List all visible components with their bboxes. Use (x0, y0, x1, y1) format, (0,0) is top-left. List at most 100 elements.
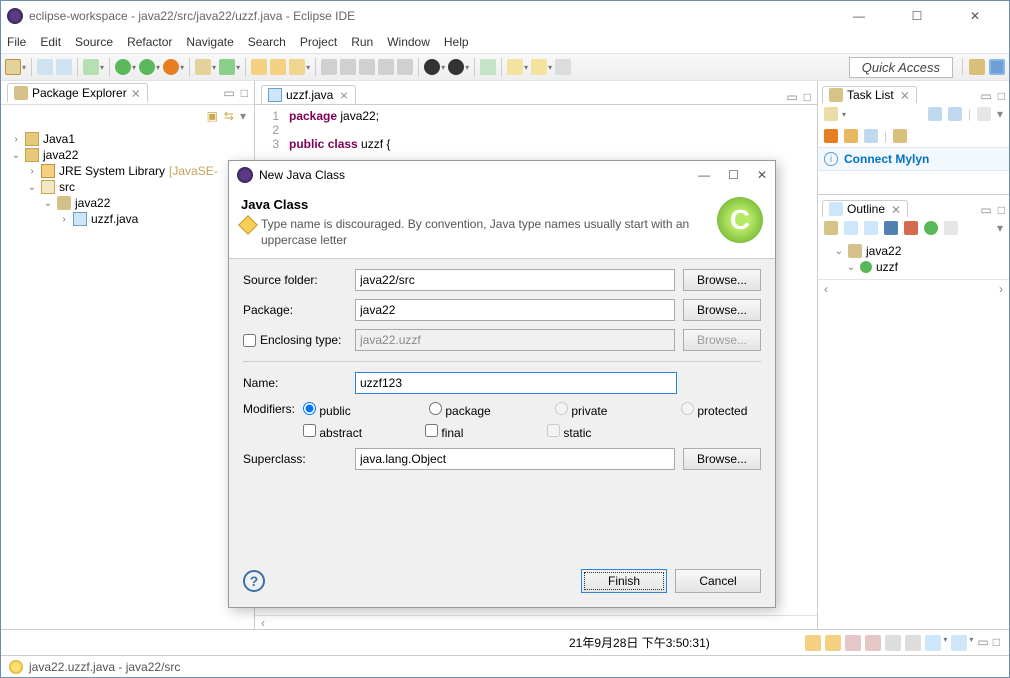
dialog-minimize-button[interactable]: — (698, 168, 710, 182)
editor-maximize-icon[interactable]: □ (804, 90, 811, 104)
name-input[interactable] (355, 372, 677, 394)
link-editor-icon[interactable]: ⇆ (224, 109, 234, 123)
modifier-package-radio[interactable] (429, 402, 442, 415)
toggle-mark-icon[interactable] (321, 59, 337, 75)
source-folder-input[interactable] (355, 269, 675, 291)
help-icon[interactable]: ? (243, 570, 265, 592)
find-icon[interactable] (824, 129, 838, 143)
open-perspective-icon[interactable] (969, 59, 985, 75)
outline-tab[interactable]: Outline⨯ (822, 200, 908, 217)
annotation-prev-icon[interactable] (448, 59, 464, 75)
browse-superclass-button[interactable]: Browse... (683, 448, 761, 470)
focus-active-icon[interactable] (924, 221, 938, 235)
focus-icon[interactable] (977, 107, 991, 121)
enclosing-checkbox[interactable] (243, 334, 256, 347)
dialog-close-button[interactable]: ✕ (757, 168, 767, 182)
package-explorer-tab[interactable]: Package Explorer ⨯ (7, 83, 148, 102)
collapse-all-icon[interactable]: ▣ (207, 109, 218, 123)
close-tab-icon[interactable]: ⨯ (339, 89, 348, 102)
package-explorer-tree[interactable]: ›Java1 ⌄java22 ›JRE System Library [Java… (1, 127, 254, 629)
package-input[interactable] (355, 299, 675, 321)
task-activate-icon[interactable] (864, 129, 878, 143)
schedule-icon[interactable] (948, 107, 962, 121)
quick-access-input[interactable]: Quick Access (849, 57, 953, 78)
coverage-icon[interactable] (139, 59, 155, 75)
modifier-public-radio[interactable] (303, 402, 316, 415)
save-all-icon[interactable] (56, 59, 72, 75)
menu-window[interactable]: Window (387, 35, 430, 49)
console-scroll-lock-icon[interactable] (885, 635, 901, 651)
tree-jre[interactable]: JRE System Library (59, 164, 165, 178)
menu-file[interactable]: File (7, 35, 26, 49)
hide-static-icon[interactable] (864, 221, 878, 235)
pi-icon[interactable] (397, 59, 413, 75)
wand-icon[interactable] (340, 59, 356, 75)
modifier-final-checkbox[interactable] (425, 424, 438, 437)
open-type-icon[interactable] (251, 59, 267, 75)
hide-local-icon[interactable] (904, 221, 918, 235)
hscroll-left-icon[interactable]: ‹ (824, 282, 828, 296)
forward-icon[interactable] (531, 59, 547, 75)
console-maximize-icon[interactable]: □ (993, 635, 1000, 651)
console-icon[interactable] (805, 635, 821, 651)
new-class-icon[interactable] (219, 59, 235, 75)
block-icon[interactable] (359, 59, 375, 75)
back-icon[interactable] (507, 59, 523, 75)
view-maximize-icon[interactable]: □ (998, 89, 1005, 103)
tasklist-tab[interactable]: Task List⨯ (822, 86, 917, 103)
synchronize-icon[interactable] (893, 129, 907, 143)
new-task-icon[interactable] (824, 107, 838, 121)
menu-refactor[interactable]: Refactor (127, 35, 172, 49)
console-remove-all-icon[interactable] (865, 635, 881, 651)
show-whitespace-icon[interactable] (378, 59, 394, 75)
link-editor-icon[interactable] (944, 221, 958, 235)
view-maximize-icon[interactable]: □ (998, 203, 1005, 217)
annotation-icon[interactable] (424, 59, 440, 75)
maximize-view-icon[interactable]: □ (241, 86, 248, 100)
hscroll-left-icon[interactable]: ‹ (261, 616, 265, 630)
run-icon[interactable] (115, 59, 131, 75)
menu-navigate[interactable]: Navigate (186, 35, 233, 49)
save-icon[interactable] (37, 59, 53, 75)
menu-search[interactable]: Search (248, 35, 286, 49)
debug-icon[interactable] (83, 59, 99, 75)
tree-pkg[interactable]: java22 (75, 196, 110, 210)
presentation-icon[interactable] (844, 129, 858, 143)
close-button[interactable]: ✕ (955, 5, 995, 27)
superclass-input[interactable] (355, 448, 675, 470)
editor-minimize-icon[interactable]: ▭ (786, 90, 797, 104)
minimize-view-icon[interactable]: ▭ (223, 86, 234, 100)
search-icon[interactable] (289, 59, 305, 75)
view-minimize-icon[interactable]: ▭ (980, 89, 991, 103)
browse-source-button[interactable]: Browse... (683, 269, 761, 291)
menu-run[interactable]: Run (351, 35, 373, 49)
hscroll-right-icon[interactable]: › (999, 282, 1003, 296)
java-perspective-icon[interactable] (989, 59, 1005, 75)
last-edit-icon[interactable] (480, 59, 496, 75)
tree-file[interactable]: uzzf.java (91, 212, 138, 226)
finish-button[interactable]: Finish (581, 569, 667, 593)
console-minimize-icon[interactable]: ▭ (977, 635, 988, 651)
view-minimize-icon[interactable]: ▭ (980, 203, 991, 217)
connect-mylyn-link[interactable]: i Connect Mylyn (818, 147, 1009, 171)
new-icon[interactable] (5, 59, 21, 75)
minimize-button[interactable]: — (839, 5, 879, 27)
outline-row-pkg[interactable]: ⌄java22 (822, 243, 1005, 259)
hide-nonpublic-icon[interactable] (884, 221, 898, 235)
view-menu-icon[interactable]: ▾ (240, 109, 246, 123)
browse-package-button[interactable]: Browse... (683, 299, 761, 321)
outline-row-class[interactable]: ⌄uzzf (822, 259, 1005, 275)
view-menu-icon[interactable]: ▾ (997, 221, 1003, 235)
view-menu-icon[interactable]: ▾ (997, 107, 1003, 121)
sort-icon[interactable] (824, 221, 838, 235)
tree-java22[interactable]: java22 (43, 148, 78, 162)
cancel-button[interactable]: Cancel (675, 569, 761, 593)
pin-editor-icon[interactable] (555, 59, 571, 75)
maximize-button[interactable]: ☐ (897, 5, 937, 27)
open-task-icon[interactable] (270, 59, 286, 75)
modifier-abstract-checkbox[interactable] (303, 424, 316, 437)
console-open-icon[interactable] (951, 635, 967, 651)
new-package-icon[interactable] (195, 59, 211, 75)
menu-project[interactable]: Project (300, 35, 337, 49)
menu-source[interactable]: Source (75, 35, 113, 49)
